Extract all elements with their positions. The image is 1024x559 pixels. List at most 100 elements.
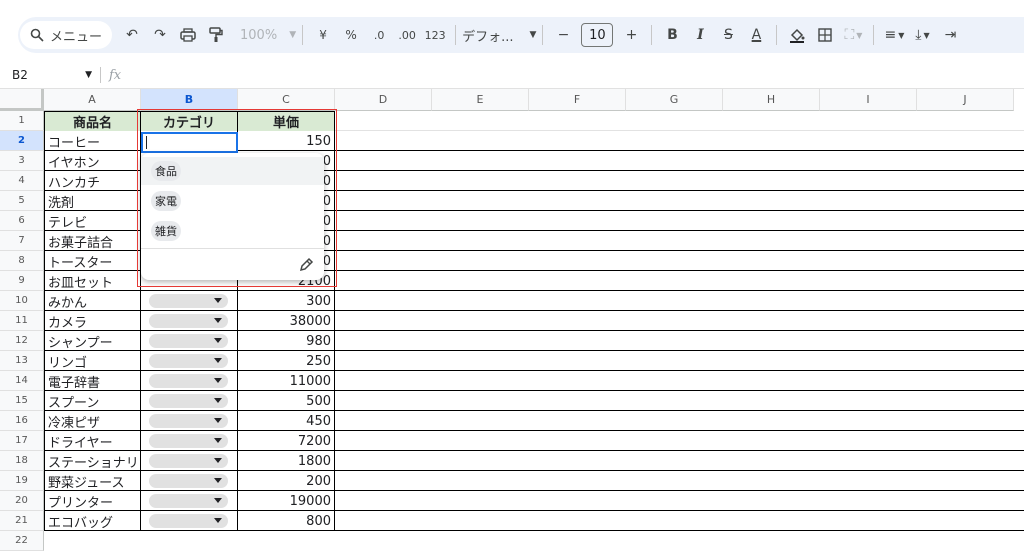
row-header[interactable]: 22 <box>0 531 44 551</box>
dropdown-chip[interactable] <box>149 354 228 368</box>
category-cell[interactable] <box>141 291 238 311</box>
column-header-j[interactable]: J <box>917 89 1014 111</box>
borders-icon[interactable] <box>811 21 839 49</box>
category-cell[interactable] <box>141 331 238 351</box>
dropdown-chip[interactable] <box>149 414 228 428</box>
row-header[interactable]: 20 <box>0 491 44 511</box>
font-size-input[interactable]: 10 <box>581 23 614 47</box>
row-header[interactable]: 13 <box>0 351 44 371</box>
row-header[interactable]: 4 <box>0 171 44 191</box>
number-format-button[interactable]: 123 <box>421 21 449 49</box>
column-header-b[interactable]: B <box>141 89 238 111</box>
zoom-select[interactable]: 100% ▼ <box>240 21 296 49</box>
row-header[interactable]: 8 <box>0 251 44 271</box>
row-header[interactable]: 9 <box>0 271 44 291</box>
name-box[interactable]: B2 ▼ <box>0 68 100 82</box>
price-cell[interactable]: 19000 <box>238 491 335 511</box>
row-header[interactable]: 21 <box>0 511 44 531</box>
price-cell[interactable]: 980 <box>238 331 335 351</box>
category-cell[interactable] <box>141 351 238 371</box>
product-name-cell[interactable]: ハンカチ <box>44 171 141 191</box>
active-cell-editor[interactable] <box>141 132 238 153</box>
vertical-align-icon[interactable]: ⤓ ▼ <box>908 21 936 49</box>
row-header[interactable]: 12 <box>0 331 44 351</box>
product-name-cell[interactable]: テレビ <box>44 211 141 231</box>
row-header[interactable]: 3 <box>0 151 44 171</box>
header-cell-b[interactable]: カテゴリ <box>141 111 238 131</box>
row-header[interactable]: 16 <box>0 411 44 431</box>
dropdown-chip[interactable] <box>149 374 228 388</box>
row-header[interactable]: 2 <box>0 131 44 151</box>
product-name-cell[interactable]: シャンプー <box>44 331 141 351</box>
price-cell[interactable]: 200 <box>238 471 335 491</box>
row-header[interactable]: 19 <box>0 471 44 491</box>
percent-button[interactable]: % <box>337 21 365 49</box>
text-wrap-icon[interactable]: ⇥ <box>936 21 964 49</box>
bold-button[interactable]: B <box>658 21 686 49</box>
price-cell[interactable]: 38000 <box>238 311 335 331</box>
row-header[interactable]: 18 <box>0 451 44 471</box>
merge-cells-icon[interactable]: ⛶ ▼ <box>839 21 867 49</box>
product-name-cell[interactable]: 冷凍ピザ <box>44 411 141 431</box>
category-cell[interactable] <box>141 311 238 331</box>
dropdown-option-appliance[interactable]: 家電 <box>141 187 324 215</box>
price-cell[interactable]: 7200 <box>238 431 335 451</box>
fill-color-icon[interactable] <box>783 21 811 49</box>
category-cell[interactable] <box>141 491 238 511</box>
dropdown-option-goods[interactable]: 雑貨 <box>141 217 324 245</box>
dropdown-chip[interactable] <box>149 434 228 448</box>
row-header[interactable]: 10 <box>0 291 44 311</box>
column-header-e[interactable]: E <box>432 89 529 111</box>
dropdown-chip[interactable] <box>149 474 228 488</box>
dropdown-chip[interactable] <box>149 494 228 508</box>
font-select[interactable]: デフォ... ▼ <box>462 21 536 49</box>
price-cell[interactable]: 11000 <box>238 371 335 391</box>
category-cell[interactable] <box>141 431 238 451</box>
product-name-cell[interactable]: お菓子詰合 <box>44 231 141 251</box>
increase-decimal-button[interactable]: .00 <box>393 21 421 49</box>
dropdown-chip[interactable] <box>149 514 228 528</box>
column-header-h[interactable]: H <box>723 89 820 111</box>
dropdown-option-food[interactable]: 食品 <box>141 157 324 185</box>
row-header[interactable]: 14 <box>0 371 44 391</box>
category-cell[interactable] <box>141 511 238 531</box>
price-cell[interactable]: 1800 <box>238 451 335 471</box>
row-header[interactable]: 5 <box>0 191 44 211</box>
dropdown-chip[interactable] <box>149 314 228 328</box>
product-name-cell[interactable]: 洗剤 <box>44 191 141 211</box>
product-name-cell[interactable]: エコバッグ <box>44 511 141 531</box>
row-header[interactable]: 7 <box>0 231 44 251</box>
header-cell-c[interactable]: 単価 <box>238 111 335 131</box>
menu-search-button[interactable]: メニュー <box>20 21 113 49</box>
price-cell[interactable]: 250 <box>238 351 335 371</box>
product-name-cell[interactable]: みかん <box>44 291 141 311</box>
column-header-g[interactable]: G <box>626 89 723 111</box>
price-cell[interactable]: 450 <box>238 411 335 431</box>
undo-icon[interactable]: ↶ <box>118 21 146 49</box>
print-icon[interactable] <box>174 21 202 49</box>
product-name-cell[interactable]: プリンター <box>44 491 141 511</box>
dropdown-chip[interactable] <box>149 334 228 348</box>
select-all-corner[interactable] <box>0 89 44 111</box>
paint-format-icon[interactable] <box>202 21 230 49</box>
product-name-cell[interactable]: 電子辞書 <box>44 371 141 391</box>
category-cell[interactable] <box>141 371 238 391</box>
row-header[interactable]: 17 <box>0 431 44 451</box>
column-header-f[interactable]: F <box>529 89 626 111</box>
font-size-decrease-button[interactable]: − <box>549 21 577 49</box>
product-name-cell[interactable]: お皿セット <box>44 271 141 291</box>
price-cell[interactable]: 500 <box>238 391 335 411</box>
row-header[interactable]: 6 <box>0 211 44 231</box>
price-cell[interactable]: 300 <box>238 291 335 311</box>
product-name-cell[interactable]: トースター <box>44 251 141 271</box>
column-header-i[interactable]: I <box>820 89 917 111</box>
font-size-increase-button[interactable]: + <box>617 21 645 49</box>
text-color-button[interactable]: A <box>742 21 770 49</box>
price-cell[interactable]: 150 <box>238 131 335 151</box>
product-name-cell[interactable]: コーヒー <box>44 131 141 151</box>
column-header-d[interactable]: D <box>335 89 432 111</box>
category-cell[interactable] <box>141 411 238 431</box>
product-name-cell[interactable]: イヤホン <box>44 151 141 171</box>
dropdown-chip[interactable] <box>149 294 228 308</box>
category-cell[interactable] <box>141 471 238 491</box>
